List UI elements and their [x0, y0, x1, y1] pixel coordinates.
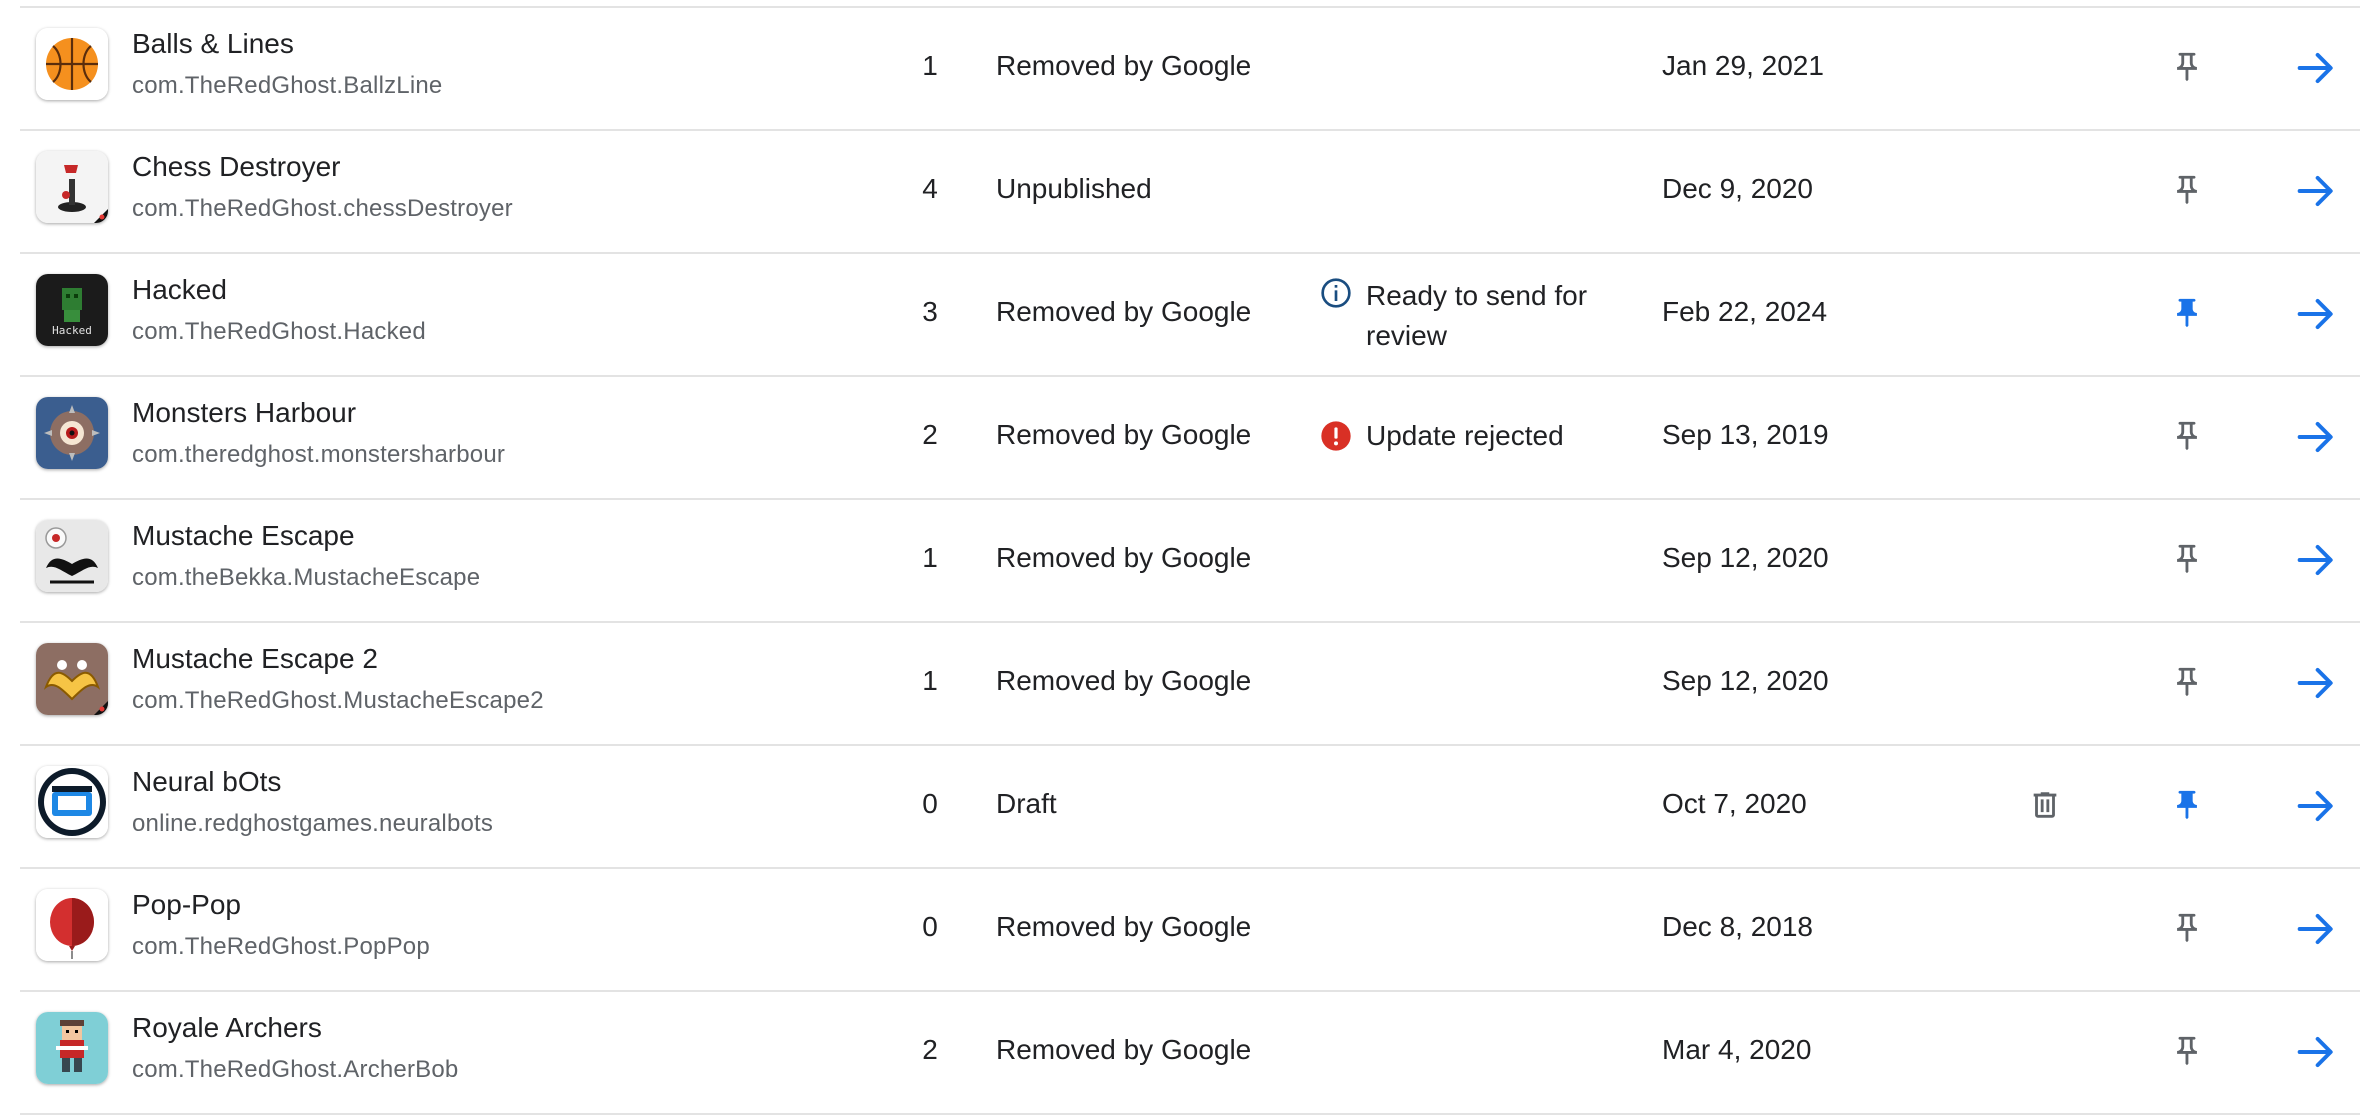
arrow-right-icon[interactable]	[2296, 173, 2336, 209]
package-name: com.theredghost.monstersharbour	[132, 441, 506, 468]
svg-text:Hacked: Hacked	[52, 324, 92, 337]
last-updated-date: Jan 29, 2021	[1662, 50, 1824, 81]
app-name[interactable]: Monsters Harbour	[132, 397, 356, 429]
app-name[interactable]: Balls & Lines	[132, 28, 294, 60]
installs-count: 0	[922, 788, 938, 819]
package-name: com.TheRedGhost.chessDestroyer	[132, 195, 513, 222]
basketball-icon	[36, 28, 108, 100]
app-list-table: Balls & Lines com.TheRedGhost.BallzLine …	[20, 6, 2360, 1115]
app-status: Draft	[996, 788, 1057, 819]
app-status: Removed by Google	[996, 665, 1252, 696]
last-updated-date: Oct 7, 2020	[1662, 788, 1807, 819]
arrow-right-icon[interactable]	[2296, 50, 2336, 86]
app-name[interactable]: Chess Destroyer	[132, 151, 341, 183]
app-row[interactable]: Monsters Harbour com.theredghost.monster…	[20, 377, 2360, 500]
pin-icon[interactable]	[2170, 1034, 2204, 1068]
app-status: Removed by Google	[996, 1034, 1252, 1065]
error-icon	[1320, 420, 1352, 452]
app-row[interactable]: Pop-Pop com.TheRedGhost.PopPop 0 Removed…	[20, 869, 2360, 992]
pin-icon[interactable]	[2170, 665, 2204, 699]
pin-icon[interactable]	[2170, 419, 2204, 453]
installs-count: 1	[922, 542, 938, 573]
pin-icon[interactable]	[2170, 173, 2204, 207]
app-row[interactable]: Chess Destroyer com.TheRedGhost.chessDes…	[20, 131, 2360, 254]
app-name[interactable]: Neural bOts	[132, 766, 281, 798]
app-name[interactable]: Mustache Escape 2	[132, 643, 378, 675]
arrow-right-icon[interactable]	[2296, 665, 2336, 701]
pin-icon[interactable]	[2170, 296, 2204, 330]
app-name[interactable]: Pop-Pop	[132, 889, 241, 921]
last-updated-date: Dec 8, 2018	[1662, 911, 1813, 942]
app-row[interactable]: Mustache Escape 2 com.TheRedGhost.Mustac…	[20, 623, 2360, 746]
chess-joystick-icon	[36, 151, 108, 223]
installs-count: 2	[922, 419, 938, 450]
app-status: Removed by Google	[996, 911, 1252, 942]
app-row[interactable]: Balls & Lines com.TheRedGhost.BallzLine …	[20, 8, 2360, 131]
app-row[interactable]: Neural bOts online.redghostgames.neuralb…	[20, 746, 2360, 869]
update-status-text: Ready to send for review	[1366, 280, 1588, 351]
pin-icon[interactable]	[2170, 50, 2204, 84]
installs-count: 3	[922, 296, 938, 327]
app-row[interactable]: Mustache Escape com.theBekka.MustacheEsc…	[20, 500, 2360, 623]
app-name[interactable]: Hacked	[132, 274, 227, 306]
app-row[interactable]: Royale Archers com.TheRedGhost.ArcherBob…	[20, 992, 2360, 1115]
arrow-right-icon[interactable]	[2296, 542, 2336, 578]
arrow-right-icon[interactable]	[2296, 788, 2336, 824]
last-updated-date: Mar 4, 2020	[1662, 1034, 1812, 1065]
mustache-icon	[36, 520, 108, 592]
app-status: Removed by Google	[996, 50, 1252, 81]
app-status: Removed by Google	[996, 542, 1252, 573]
app-status: Removed by Google	[996, 419, 1252, 450]
archer-icon	[36, 1012, 108, 1084]
installs-count: 4	[922, 173, 938, 204]
arrow-right-icon[interactable]	[2296, 1034, 2336, 1070]
installs-count: 1	[922, 665, 938, 696]
update-status-text: Update rejected	[1366, 420, 1564, 451]
installs-count: 2	[922, 1034, 938, 1065]
app-status: Removed by Google	[996, 296, 1252, 327]
update-status: Ready to send for review	[1320, 276, 1606, 356]
pin-icon[interactable]	[2170, 542, 2204, 576]
package-name: com.TheRedGhost.BallzLine	[132, 72, 443, 99]
neural-bot-icon	[36, 766, 108, 838]
installs-count: 0	[922, 911, 938, 942]
package-name: online.redghostgames.neuralbots	[132, 810, 494, 837]
installs-count: 1	[922, 50, 938, 81]
hacked-icon: Hacked	[36, 274, 108, 346]
arrow-right-icon[interactable]	[2296, 911, 2336, 947]
pin-icon[interactable]	[2170, 788, 2204, 822]
package-name: com.TheRedGhost.PopPop	[132, 933, 430, 960]
app-name[interactable]: Mustache Escape	[132, 520, 355, 552]
balloon-icon	[36, 889, 108, 961]
last-updated-date: Sep 12, 2020	[1662, 665, 1829, 696]
app-row[interactable]: Hacked Hacked com.TheRedGhost.Hacked 3 R…	[20, 254, 2360, 377]
last-updated-date: Dec 9, 2020	[1662, 173, 1813, 204]
last-updated-date: Feb 22, 2024	[1662, 296, 1828, 327]
info-icon	[1320, 277, 1352, 309]
package-name: com.TheRedGhost.MustacheEscape2	[132, 687, 544, 714]
golden-mustache-icon	[36, 643, 108, 715]
package-name: com.TheRedGhost.Hacked	[132, 318, 426, 345]
arrow-right-icon[interactable]	[2296, 419, 2336, 455]
pin-icon[interactable]	[2170, 911, 2204, 945]
package-name: com.theBekka.MustacheEscape	[132, 564, 481, 591]
last-updated-date: Sep 12, 2020	[1662, 542, 1829, 573]
last-updated-date: Sep 13, 2019	[1662, 419, 1829, 450]
arrow-right-icon[interactable]	[2296, 296, 2336, 332]
delete-icon[interactable]	[2028, 788, 2062, 822]
app-name[interactable]: Royale Archers	[132, 1012, 322, 1044]
app-status: Unpublished	[996, 173, 1152, 204]
update-status: Update rejected	[1320, 419, 1666, 453]
monster-eye-icon	[36, 397, 108, 469]
package-name: com.TheRedGhost.ArcherBob	[132, 1056, 459, 1083]
